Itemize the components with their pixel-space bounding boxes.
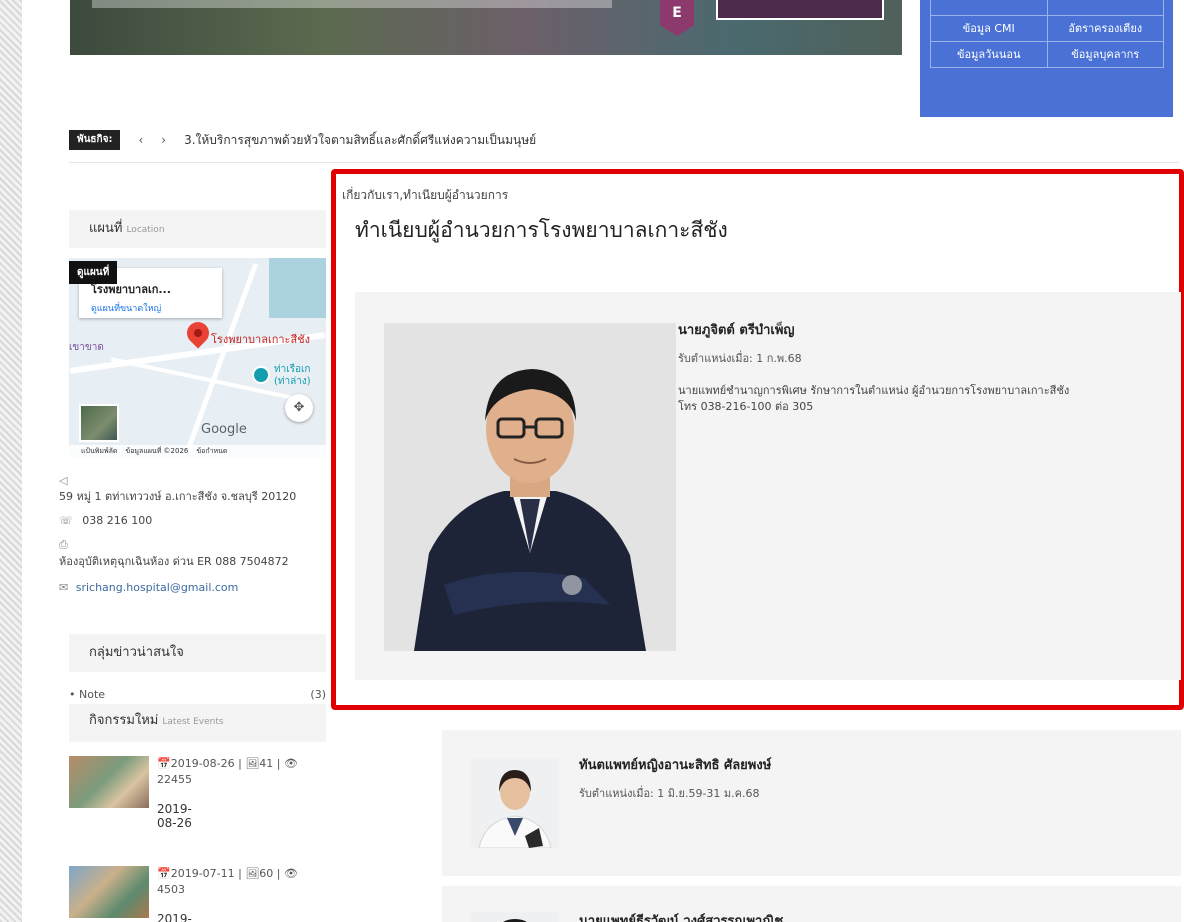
quick-info-row: ข้อมูล CMI อัตราครองเตียง	[930, 16, 1164, 42]
director-name: นายแพทย์ธีรวัฒน์ วงศ์สุวรรณพาณิช	[579, 914, 784, 922]
events-title-sub: Latest Events	[162, 717, 224, 727]
event-date[interactable]: 2019-07-11	[157, 912, 192, 922]
category-name[interactable]: • Note	[69, 688, 105, 701]
director-name: ทันตแพทย์หญิงอานะสิทธิ ศัลยพงษ์	[579, 758, 772, 773]
director-phone: โทร 038-216-100 ต่อ 305	[678, 400, 814, 413]
map-place-pier: ท่าเรือเก (ท่าล่าง)	[274, 364, 311, 387]
mission-ticker: พันธกิจ: ‹ › 3.ให้บริการสุขภาพด้วยหัวใจต…	[69, 130, 536, 150]
news-section-title: กลุ่มข่าวน่าสนใจ	[69, 634, 326, 672]
banner-text-strip	[92, 0, 612, 8]
map-place-label: เขาขาด	[69, 342, 104, 353]
event-meta: 📅2019-07-11 | 🖼60 | 👁 4503	[157, 867, 298, 896]
director-portrait	[384, 323, 676, 651]
ticker-next-button[interactable]: ›	[161, 133, 166, 147]
quick-info-row: ข้อมูลวันนอน ข้อมูลบุคลากร	[930, 42, 1164, 68]
director-card: ทันตแพทย์หญิงอานะสิทธิ ศัลยพงษ์ รับตำแหน…	[442, 730, 1181, 876]
bed-occupancy-link[interactable]: อัตราครองเตียง	[1047, 16, 1164, 42]
breadcrumb-about[interactable]: เกี่ยวกับเรา	[342, 188, 399, 202]
header-banner-image[interactable]: E	[70, 0, 902, 55]
category-count: (3)	[310, 688, 326, 701]
quick-info-link[interactable]	[930, 0, 1048, 16]
event-thumbnail[interactable]	[69, 866, 149, 918]
satellite-toggle[interactable]	[79, 404, 119, 442]
director-info: ทันตแพทย์หญิงอานะสิทธิ ศัลยพงษ์ รับตำแหน…	[579, 754, 771, 802]
divider	[69, 162, 1179, 163]
address-block: ◁ 59 หมู่ 1 ตท่าเทววงษ์ อ.เกาะสีชัง จ.ชล…	[59, 474, 296, 505]
breadcrumb-directors[interactable]: ทำเนียบผู้อำนวยการ	[403, 188, 508, 202]
map-pan-control-icon[interactable]: ✥	[285, 394, 313, 422]
category-item[interactable]: • Note (3)	[69, 688, 326, 701]
mission-tag: พันธกิจ:	[69, 130, 121, 150]
director-photo	[471, 758, 559, 848]
phone-block: ☏ 038 216 100	[59, 514, 152, 527]
director-info: นายภูจิตต์ ตรีบำเพ็ญ รับตำแหน่งเมื่อ: 1 …	[678, 319, 1168, 415]
ticker-prev-button[interactable]: ‹	[138, 133, 143, 147]
director-info: นายแพทย์ธีรวัฒน์ วงศ์สุวรรณพาณิช	[579, 910, 783, 922]
quick-info-grid: ข้อมูล CMI อัตราครองเตียง ข้อมูลวันนอน ข…	[930, 0, 1164, 68]
quick-info-row	[930, 0, 1164, 16]
map-place-hospital: โรงพยาบาลเกาะสีชัง	[211, 333, 311, 346]
director-description: นายแพทย์ชำนาญการพิเศษ รักษาการในตำแหน่ง …	[678, 383, 1168, 415]
director-card: นายแพทย์ธีรวัฒน์ วงศ์สุวรรณพาณิช	[442, 886, 1181, 922]
larger-map-link[interactable]: ดูแผนที่ขนาดใหญ่	[91, 301, 222, 315]
printer-icon: ⎙	[59, 538, 68, 551]
director-portrait	[471, 758, 559, 848]
fax-text: ห้องอุบัติเหตุฉุกเฉินห้อง ด่วน ER 088 75…	[59, 555, 289, 568]
email-link[interactable]: srichang.hospital@gmail.com	[76, 581, 239, 594]
event-meta: 📅2019-08-26 | 🖼41 | 👁 22455	[157, 757, 298, 786]
event-date[interactable]: 2019-08-26	[157, 802, 192, 830]
view-map-button[interactable]: ดูแผนที่	[69, 261, 118, 284]
map-data-text: ข้อมูลแผนที่ ©2026	[125, 447, 189, 455]
director-since: รับตำแหน่งเมื่อ: 1 ก.พ.68	[678, 352, 802, 365]
map-title-sub: Location	[126, 225, 165, 235]
director-since: รับตำแหน่งเมื่อ: 1 มิ.ย.59-31 ม.ค.68	[579, 787, 760, 800]
director-photo	[384, 323, 676, 651]
director-position: นายแพทย์ชำนาญการพิเศษ รักษาการในตำแหน่ง …	[678, 384, 1070, 397]
director-photo	[471, 912, 559, 922]
google-map[interactable]: ดูแผนที่ โรงพยาบาลเก... ดูแผนที่ขนาดใหญ่…	[69, 258, 326, 458]
google-logo: Google	[201, 422, 247, 437]
personnel-data-link[interactable]: ข้อมูลบุคลากร	[1047, 42, 1164, 68]
breadcrumb: เกี่ยวกับเรา,ทำเนียบผู้อำนวยการ	[342, 186, 508, 205]
quick-info-link[interactable]	[1047, 0, 1164, 16]
terms-link[interactable]: ข้อกำหนด	[196, 445, 227, 458]
location-arrow-icon: ◁	[59, 474, 68, 487]
address-text: 59 หมู่ 1 ตท่าเทววงษ์ อ.เกาะสีชัง จ.ชลบุ…	[59, 490, 297, 503]
events-title: กิจกรรมใหม่	[89, 713, 159, 728]
email-block: ✉ srichang.hospital@gmail.com	[59, 581, 238, 594]
map-title: แผนที่	[89, 221, 123, 236]
director-name: นายภูจิตต์ ตรีบำเพ็ญ	[678, 323, 795, 338]
map-section-title: แผนที่ Location	[69, 210, 326, 248]
banner-badge: E	[660, 0, 694, 36]
map-footer: แป้นพิมพ์ลัด ข้อมูลแผนที่ ©2026 ข้อกำหนด	[69, 445, 326, 458]
keyboard-shortcuts-link[interactable]: แป้นพิมพ์ลัด	[81, 445, 117, 458]
banner-box	[716, 0, 884, 20]
map-water	[269, 258, 326, 318]
fax-block: ⎙ ห้องอุบัติเหตุฉุกเฉินห้อง ด่วน ER 088 …	[59, 538, 289, 570]
events-section-title: กิจกรรมใหม่ Latest Events	[69, 704, 326, 742]
director-portrait	[503, 919, 527, 922]
mission-text[interactable]: 3.ให้บริการสุขภาพด้วยหัวใจตามสิทธิ์และศั…	[184, 131, 536, 150]
phone-text: 038 216 100	[82, 514, 153, 527]
pier-icon[interactable]	[252, 366, 270, 384]
event-thumbnail[interactable]	[69, 756, 149, 808]
cmi-data-link[interactable]: ข้อมูล CMI	[930, 16, 1048, 42]
quick-info-panel: ข้อมูล CMI อัตราครองเตียง ข้อมูลวันนอน ข…	[920, 0, 1173, 117]
patient-days-link[interactable]: ข้อมูลวันนอน	[930, 42, 1048, 68]
news-title: กลุ่มข่าวน่าสนใจ	[89, 645, 184, 660]
phone-icon: ☏	[59, 514, 73, 527]
mail-icon: ✉	[59, 581, 69, 594]
page-edge-pattern	[0, 0, 22, 922]
page-title: ทำเนียบผู้อำนวยการโรงพยาบาลเกาะสีชัง	[355, 218, 728, 242]
map-pin-icon[interactable]	[182, 317, 214, 349]
director-card: นายภูจิตต์ ตรีบำเพ็ญ รับตำแหน่งเมื่อ: 1 …	[355, 292, 1181, 680]
